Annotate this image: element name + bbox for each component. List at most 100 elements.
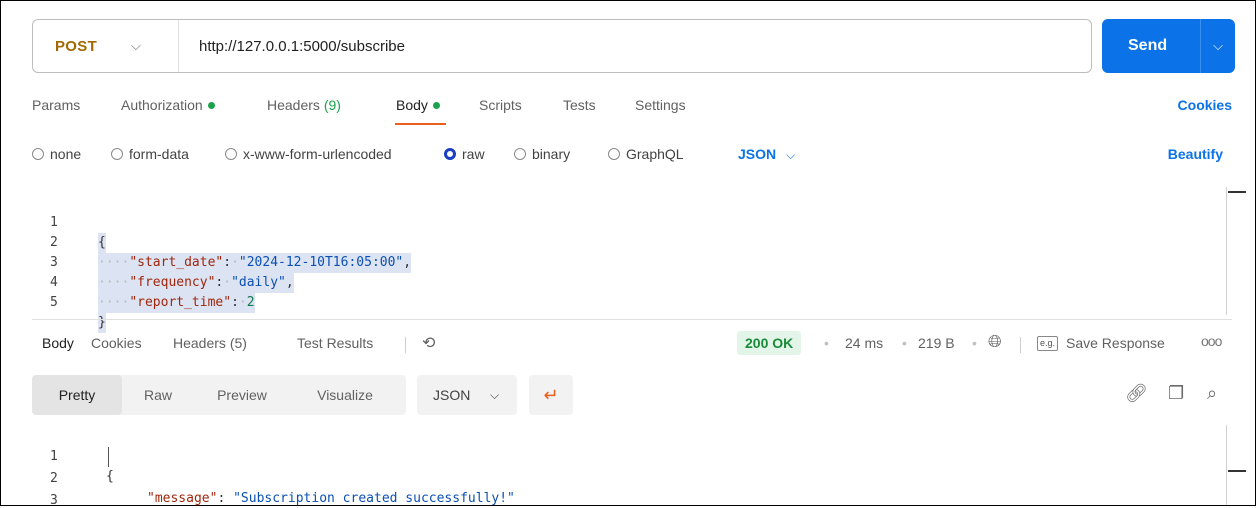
body-type-options: none form-data x-www-form-urlencoded raw… xyxy=(32,146,1232,166)
body-type-none[interactable]: none xyxy=(32,146,81,162)
wrap-lines-button[interactable]: ↵ xyxy=(529,375,573,415)
code-text: ····"start_date":·"2024-12-10T16:05:00", xyxy=(98,253,412,273)
request-tabs: Params Authorization Headers (9) Body Sc… xyxy=(32,97,1232,127)
json-key: "start_date" xyxy=(129,255,224,270)
pane-divider[interactable] xyxy=(32,319,1232,320)
json-value: "daily" xyxy=(231,275,286,290)
tab-scripts[interactable]: Scripts xyxy=(479,97,522,113)
radio-icon xyxy=(514,148,526,160)
save-response-button[interactable]: Save Response xyxy=(1066,335,1165,351)
tab-label: Body xyxy=(396,97,428,113)
response-tabs: Body Cookies Headers (5) Test Results ⟲ … xyxy=(42,331,1242,355)
tab-response-body[interactable]: Body xyxy=(42,335,74,351)
tab-headers[interactable]: Headers (9) xyxy=(267,97,341,113)
wrap-lines-icon: ↵ xyxy=(543,385,559,405)
tab-test-results[interactable]: Test Results xyxy=(297,335,373,351)
separator xyxy=(1020,337,1021,353)
json-key: "frequency" xyxy=(129,275,216,290)
status-badge: 200 OK xyxy=(737,331,802,355)
format-label: JSON xyxy=(433,387,471,403)
tab-settings[interactable]: Settings xyxy=(635,97,686,113)
scrollbar-thumb[interactable] xyxy=(1228,470,1246,472)
request-bar: POST ⌵ http://127.0.0.1:5000/subscribe xyxy=(32,19,1092,73)
url-input[interactable]: http://127.0.0.1:5000/subscribe xyxy=(179,38,405,55)
option-label: form-data xyxy=(129,146,189,162)
body-type-graphql[interactable]: GraphQL xyxy=(608,146,684,162)
tab-params[interactable]: Params xyxy=(32,97,80,113)
request-body-editor[interactable]: 1 { 2 ····"start_date":·"2024-12-10T16:0… xyxy=(32,187,1227,333)
body-type-form-data[interactable]: form-data xyxy=(111,146,189,162)
view-raw[interactable]: Raw xyxy=(122,375,194,415)
view-pretty[interactable]: Pretty xyxy=(32,375,122,415)
tab-label: Headers xyxy=(173,335,226,351)
json-value: 2 xyxy=(246,295,255,310)
method-label: POST xyxy=(55,37,98,55)
json-trail: , xyxy=(285,275,294,290)
search-icon[interactable]: ⌕ xyxy=(1207,383,1217,404)
code-line: 1 { xyxy=(32,193,106,253)
tab-body[interactable]: Body xyxy=(396,97,440,113)
response-time[interactable]: 24 ms xyxy=(845,335,883,351)
separator-dot: • xyxy=(902,335,907,351)
code-line: 1 { xyxy=(32,427,114,484)
view-mode-segment: Pretty Raw Preview Visualize xyxy=(32,375,406,415)
scrollbar-thumb[interactable] xyxy=(1228,191,1246,193)
response-format-select[interactable]: JSON ⌵ xyxy=(417,375,517,415)
code-line: 2 ····"start_date":·"2024-12-10T16:05:00… xyxy=(32,213,412,273)
code-text: "message": "Subscription created success… xyxy=(147,491,515,506)
line-number: 5 xyxy=(50,295,58,310)
separator xyxy=(405,337,406,353)
tab-response-headers[interactable]: Headers (5) xyxy=(173,335,247,351)
code-line: 5 } xyxy=(32,273,106,333)
headers-count: (5) xyxy=(229,335,247,351)
tab-response-cookies[interactable]: Cookies xyxy=(91,335,142,351)
code-line: 4 ····"report_time":·2 xyxy=(32,253,255,313)
separator-dot: • xyxy=(972,335,977,351)
status-dot xyxy=(432,101,440,109)
tab-authorization[interactable]: Authorization xyxy=(121,97,215,113)
radio-icon xyxy=(32,148,44,160)
option-label: x-www-form-urlencoded xyxy=(243,146,392,162)
json-value: "2024-12-10T16:05:00" xyxy=(238,255,404,270)
body-type-urlencoded[interactable]: x-www-form-urlencoded xyxy=(225,146,392,162)
chevron-down-icon: ⌵ xyxy=(490,388,500,402)
json-key: "report_time" xyxy=(129,295,232,310)
link-icon[interactable]: 🔗︎ xyxy=(1125,383,1148,404)
code-text: ····"frequency":·"daily", xyxy=(98,273,294,293)
option-label: none xyxy=(50,146,82,162)
send-button[interactable]: Send ⌵ xyxy=(1102,19,1235,73)
cookies-link[interactable]: Cookies xyxy=(1178,97,1232,113)
option-label: GraphQL xyxy=(626,146,684,162)
tab-tests[interactable]: Tests xyxy=(563,97,596,113)
more-options-icon[interactable]: ooo xyxy=(1201,333,1222,349)
copy-icon[interactable]: ❐ xyxy=(1168,383,1184,404)
view-preview[interactable]: Preview xyxy=(194,375,290,415)
history-icon[interactable]: ⟲ xyxy=(422,333,435,353)
format-label: JSON xyxy=(738,146,777,162)
response-size[interactable]: 219 B xyxy=(918,335,955,351)
chevron-down-icon: ⌵ xyxy=(131,38,141,53)
json-trail: , xyxy=(403,255,412,270)
example-icon: e.g. xyxy=(1037,336,1059,351)
tab-label: Headers xyxy=(267,97,320,113)
response-body-viewer[interactable]: 1 { 2 "message": "Subscription created s… xyxy=(32,425,1227,506)
globe-icon[interactable]: 🌐︎ xyxy=(988,332,1002,352)
code-text: ····"report_time":·2 xyxy=(98,293,255,313)
chevron-down-icon: ⌵ xyxy=(786,148,796,162)
chevron-down-icon[interactable]: ⌵ xyxy=(1201,38,1235,54)
code-text: { xyxy=(98,233,106,253)
active-tab-underline xyxy=(395,123,446,125)
beautify-button[interactable]: Beautify xyxy=(1168,146,1223,162)
option-label: binary xyxy=(532,146,571,162)
line-number: 3 xyxy=(50,493,58,506)
response-scrollbar[interactable] xyxy=(1226,425,1227,505)
body-format-select[interactable]: JSON ⌵ xyxy=(738,146,795,163)
json-value: "Subscription created successfully!" xyxy=(233,491,515,506)
body-type-raw[interactable]: raw xyxy=(444,146,485,162)
code-text: } xyxy=(98,313,106,333)
code-line: 2 "message": "Subscription created succe… xyxy=(32,449,515,505)
method-select[interactable]: POST ⌵ xyxy=(33,20,179,72)
editor-scrollbar[interactable] xyxy=(1226,187,1227,315)
body-type-binary[interactable]: binary xyxy=(514,146,570,162)
view-visualize[interactable]: Visualize xyxy=(290,375,400,415)
